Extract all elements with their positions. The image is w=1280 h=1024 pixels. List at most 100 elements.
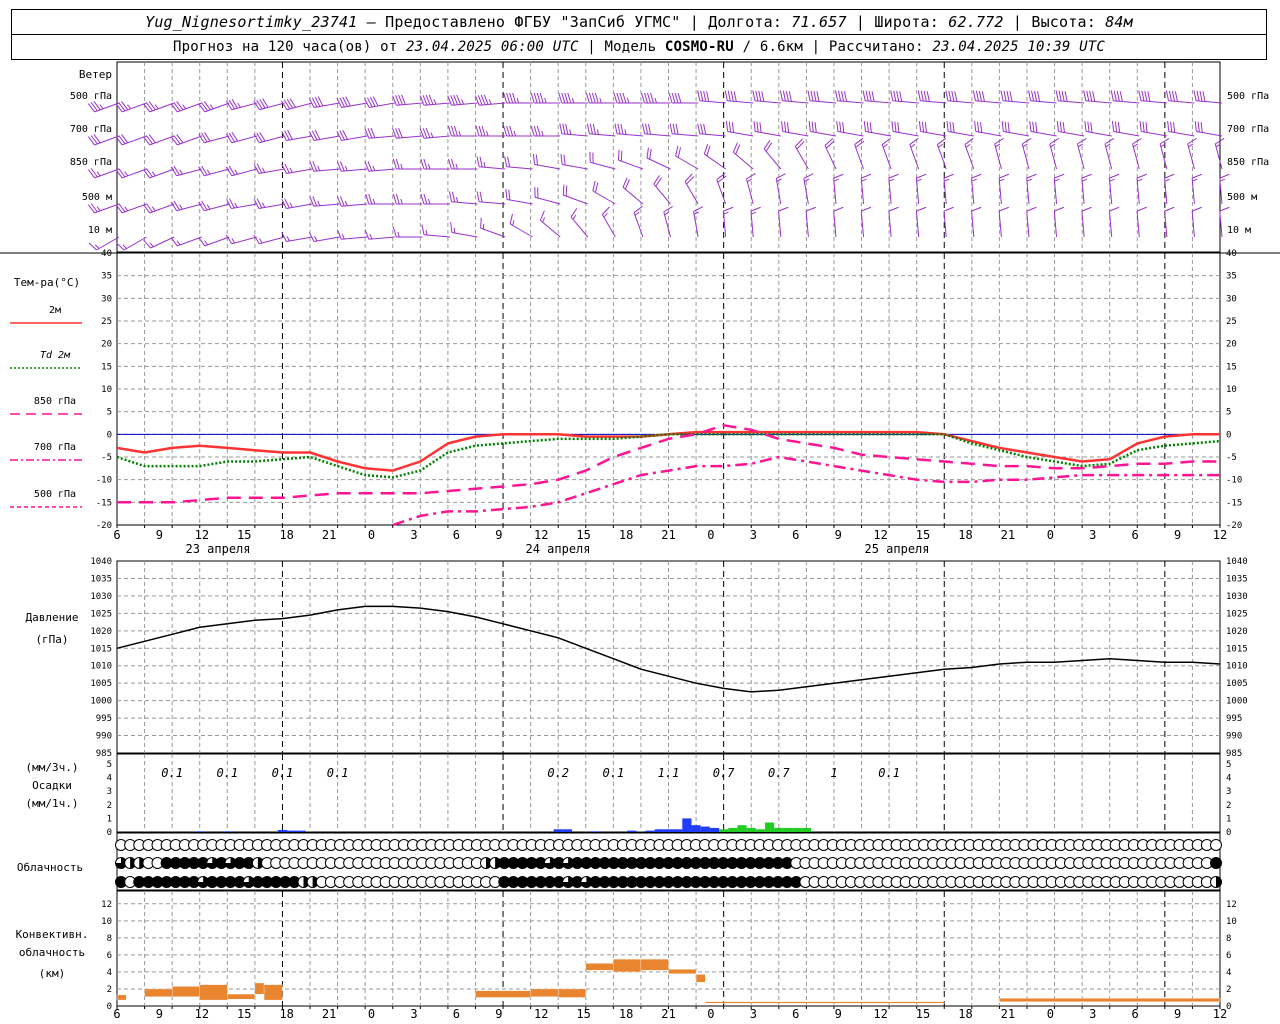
pressure-title: Давление bbox=[26, 611, 79, 624]
wind-barb-half-feather bbox=[1219, 178, 1226, 182]
pressure-ytick-left: 1030 bbox=[90, 592, 112, 602]
conv-ytick-left: 12 bbox=[101, 900, 112, 910]
wind-barb bbox=[1053, 206, 1065, 238]
conv-xtick-label: 15 bbox=[576, 1007, 590, 1021]
wind-barb-feather bbox=[1056, 121, 1060, 132]
wind-barb bbox=[170, 200, 202, 212]
wind-barb-staff bbox=[1168, 130, 1195, 137]
wind-barb-feather bbox=[979, 122, 983, 133]
wind-barb-half-feather bbox=[571, 97, 575, 104]
wind-barb-staff bbox=[479, 102, 506, 106]
pressure-ytick-left: 1000 bbox=[90, 697, 112, 707]
wind-barb bbox=[420, 158, 450, 170]
wind-barb-feather bbox=[564, 92, 569, 104]
wind-barb bbox=[170, 134, 202, 146]
wind-barb-half-feather bbox=[400, 163, 403, 170]
cloud-symbol bbox=[1210, 857, 1222, 869]
wind-barb bbox=[622, 177, 644, 205]
wind-barb-half-feather bbox=[124, 171, 129, 177]
wind-barb-feather bbox=[926, 91, 930, 102]
wind-barb-feather bbox=[894, 121, 897, 133]
wind-barb-feather bbox=[1081, 206, 1092, 212]
wind-barb-half-feather bbox=[289, 167, 293, 173]
wind-barb-staff bbox=[716, 179, 727, 205]
temp-xtick-label: 6 bbox=[792, 528, 799, 542]
wind-barb bbox=[558, 92, 588, 104]
wind-barb-feather bbox=[816, 91, 820, 102]
wind-barb-half-feather bbox=[751, 211, 757, 215]
wind-barb-staff bbox=[286, 135, 313, 142]
precip-ytick-right: 3 bbox=[1226, 787, 1231, 797]
temp-xtick-label: 0 bbox=[707, 528, 714, 542]
wind-barb bbox=[646, 147, 671, 170]
wind-barb-feather bbox=[835, 90, 839, 101]
wind-barb-staff bbox=[506, 198, 533, 205]
temp-xtick-label: 12 bbox=[195, 528, 209, 542]
wind-barb bbox=[752, 90, 781, 104]
wind-barb-feather bbox=[1111, 121, 1115, 132]
wind-barb-feather bbox=[669, 123, 673, 134]
wind-barb bbox=[1164, 206, 1175, 238]
wind-barb-feather bbox=[1138, 90, 1142, 101]
wind-barb-staff bbox=[618, 159, 644, 170]
wind-barb bbox=[998, 173, 1010, 205]
conv-xtick-label: 9 bbox=[156, 1007, 163, 1021]
conv-xtick-label: 18 bbox=[279, 1007, 293, 1021]
wind-barb-staff bbox=[341, 168, 368, 172]
wind-barb-feather bbox=[506, 92, 511, 104]
wind-barb-feather bbox=[1000, 90, 1004, 101]
precip-bar-green bbox=[728, 827, 738, 832]
convective-layer bbox=[475, 990, 531, 998]
wind-barb-feather bbox=[644, 123, 649, 135]
wind-barb-staff bbox=[1058, 100, 1085, 104]
wind-barb-staff bbox=[177, 236, 202, 247]
wind-barb-feather bbox=[971, 206, 982, 212]
wind-barb-half-feather bbox=[372, 198, 376, 205]
pressure-ytick-left: 1025 bbox=[90, 609, 112, 619]
wind-barb-half-feather bbox=[458, 130, 461, 137]
temp-legend-label: 2м bbox=[49, 305, 61, 316]
wind-barb-feather bbox=[423, 193, 428, 205]
wind-barb bbox=[781, 121, 809, 137]
wind-barb-half-feather bbox=[206, 204, 211, 210]
wind-barb bbox=[753, 121, 781, 137]
wind-barb-staff bbox=[948, 130, 974, 137]
wind-barb-half-feather bbox=[430, 132, 434, 138]
wind-barb-feather bbox=[173, 135, 181, 145]
wind-barb-half-feather bbox=[127, 104, 132, 110]
wind-barb-feather bbox=[795, 138, 803, 147]
wind-barb-half-feather bbox=[804, 178, 810, 182]
wind-barb bbox=[915, 206, 927, 238]
wind-barb-staff bbox=[994, 143, 1002, 170]
wind-barb-feather bbox=[423, 158, 428, 170]
precip-ytick-right: 1 bbox=[1226, 814, 1231, 824]
wind-barb bbox=[170, 236, 202, 247]
wind-barb bbox=[570, 208, 589, 238]
wind-barb bbox=[143, 236, 175, 249]
wind-barb-feather bbox=[392, 158, 397, 170]
wind-barb-half-feather bbox=[654, 97, 657, 104]
wind-barb-staff bbox=[1049, 143, 1058, 170]
wind-barb bbox=[198, 132, 230, 144]
wind-barb-staff bbox=[369, 102, 395, 109]
wind-barb-feather bbox=[1086, 90, 1090, 102]
wind-barb-feather bbox=[533, 92, 538, 104]
wind-barb-feather bbox=[842, 122, 845, 133]
wind-barb-staff bbox=[622, 186, 644, 205]
wind-barb-half-feather bbox=[234, 169, 238, 175]
precip-bar-green bbox=[801, 827, 811, 832]
wind-barb-half-feather bbox=[453, 227, 456, 234]
wind-barb-feather bbox=[560, 154, 563, 165]
pressure-ytick-right: 1035 bbox=[1226, 574, 1248, 584]
wind-barb bbox=[253, 198, 285, 210]
wind-barb-staff bbox=[368, 168, 395, 172]
wind-barb bbox=[918, 121, 947, 137]
wind-barb bbox=[392, 193, 423, 205]
wind-barb bbox=[775, 173, 786, 205]
temp-xtick-label: 9 bbox=[495, 528, 502, 542]
wind-barb-feather bbox=[891, 121, 894, 132]
wind-barb bbox=[668, 92, 699, 104]
temp-xtick-label: 15 bbox=[237, 528, 251, 542]
wind-barb-feather bbox=[677, 92, 682, 104]
wind-barb-feather bbox=[838, 90, 842, 102]
